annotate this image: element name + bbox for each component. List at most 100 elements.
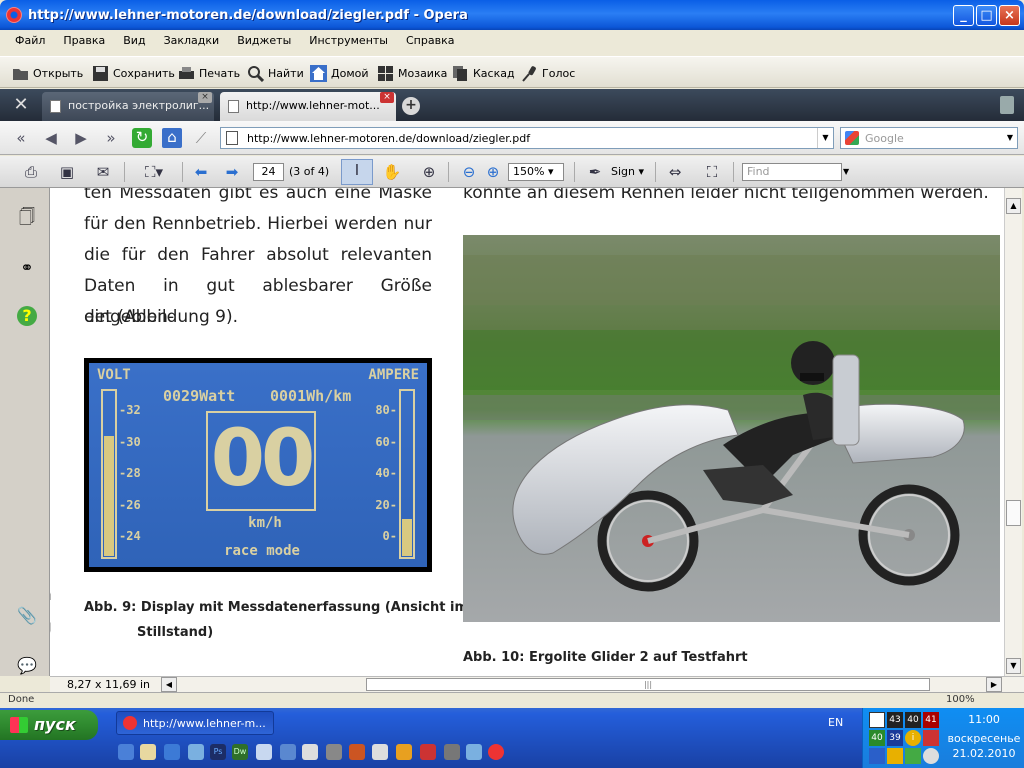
wand-icon[interactable]: ⟋ [192, 129, 210, 147]
quicklaunch-app-icon[interactable] [280, 744, 296, 760]
pdf-collaborate-icon[interactable]: ⛶▾ [138, 162, 170, 182]
zoom-in-icon[interactable]: ⊕ [482, 162, 504, 182]
menu-help[interactable]: Справка [397, 30, 463, 52]
tray-network-icon[interactable] [869, 748, 885, 764]
find-dropdown-icon[interactable]: ▼ [843, 167, 849, 176]
fit-width-icon[interactable]: ⇔ [664, 162, 686, 182]
pdf-save-icon[interactable]: ▣ [56, 162, 78, 182]
quicklaunch-opera-icon[interactable] [488, 744, 504, 760]
vertical-scrollbar[interactable]: ▲ ▼ [1004, 188, 1022, 676]
trash-icon[interactable] [1000, 96, 1014, 114]
fit-page-icon[interactable]: ⛶ [701, 162, 723, 182]
next-page-icon[interactable]: ➡ [221, 162, 243, 182]
previous-page-icon[interactable]: ⬅ [190, 162, 212, 182]
sign-menu[interactable]: Sign ▾ [611, 165, 644, 178]
zoom-select[interactable]: 150% ▾ [508, 163, 564, 181]
tab-2-close-icon[interactable]: × [380, 92, 394, 103]
tray-counter-1[interactable]: 43 [887, 712, 903, 728]
url-field[interactable]: http://www.lehner-motoren.de/download/zi… [220, 127, 834, 149]
scroll-thumb[interactable] [1006, 500, 1021, 526]
tray-counter-5[interactable]: 39 [887, 730, 903, 746]
open-button[interactable]: Открыть [12, 63, 83, 83]
quicklaunch-folder-icon[interactable] [140, 744, 156, 760]
scroll-down-icon[interactable]: ▼ [1006, 658, 1021, 674]
taskbar-window-button[interactable]: http://www.lehner-m... [116, 711, 274, 735]
url-dropdown-icon[interactable]: ▼ [817, 128, 833, 148]
quicklaunch-app-icon[interactable] [396, 744, 412, 760]
tab-1-close-icon[interactable]: × [198, 92, 212, 103]
tools-icon[interactable]: ✕ [6, 94, 36, 118]
marquee-zoom-icon[interactable]: ⊕ [418, 162, 440, 182]
help-icon[interactable]: ? [17, 306, 37, 326]
new-tab-button[interactable]: + [402, 97, 420, 115]
home-button[interactable]: Домой [310, 63, 369, 83]
save-button[interactable]: Сохранить [92, 63, 175, 83]
menu-file[interactable]: Файл [0, 30, 54, 52]
reload-icon[interactable]: ↻ [132, 128, 152, 148]
tray-info-icon[interactable]: i [905, 730, 921, 746]
search-dropdown-icon[interactable]: ▼ [1003, 128, 1017, 148]
page-number-input[interactable]: 24 [253, 163, 284, 181]
tab-2[interactable]: http://www.lehner-mot... × [220, 92, 396, 121]
clock[interactable]: 11:00 воскресенье 21.02.2010 [944, 712, 1024, 761]
cascade-button[interactable]: Каскад [452, 63, 515, 83]
tray-app-icon[interactable] [887, 748, 903, 764]
scroll-up-icon[interactable]: ▲ [1006, 198, 1021, 214]
quicklaunch-photoshop-icon[interactable]: Ps [210, 744, 226, 760]
quicklaunch-app-icon[interactable] [420, 744, 436, 760]
tray-app-icon[interactable] [869, 712, 885, 728]
quicklaunch-ie-icon[interactable] [118, 744, 134, 760]
quicklaunch-app-icon[interactable] [349, 744, 365, 760]
quicklaunch-app-icon[interactable] [256, 744, 272, 760]
search-field[interactable]: Google ▼ [840, 127, 1018, 149]
scroll-left-icon[interactable]: ◀ [161, 677, 177, 692]
quicklaunch-app-icon[interactable] [466, 744, 482, 760]
tray-app-icon[interactable] [923, 748, 939, 764]
binoculars-icon[interactable]: ⚭ [17, 258, 37, 278]
tray-app-icon[interactable] [923, 730, 939, 746]
menu-view[interactable]: Вид [114, 30, 154, 52]
menu-edit[interactable]: Правка [54, 30, 114, 52]
quicklaunch-app-icon[interactable] [164, 744, 180, 760]
zoom-out-icon[interactable]: ⊖ [458, 162, 480, 182]
tray-counter-4[interactable]: 40 [869, 730, 885, 746]
attachment-icon[interactable]: 📎 [17, 606, 37, 626]
close-button[interactable]: × [999, 5, 1020, 26]
tray-counter-3[interactable]: 41 [923, 712, 939, 728]
print-button[interactable]: Печать [178, 63, 240, 83]
maximize-button[interactable]: □ [976, 5, 997, 26]
voice-button[interactable]: Голос [521, 63, 575, 83]
quicklaunch-dreamweaver-icon[interactable]: Dw [232, 744, 248, 760]
start-button[interactable]: пуск [0, 710, 98, 740]
quicklaunch-calculator-icon[interactable] [302, 744, 318, 760]
home-icon[interactable]: ⌂ [162, 128, 182, 148]
pages-icon[interactable]: 🗍 [17, 206, 37, 226]
quicklaunch-media-icon[interactable] [372, 744, 388, 760]
pdf-email-icon[interactable]: ✉ [92, 162, 114, 182]
menu-tools[interactable]: Инструменты [300, 30, 397, 52]
fast-forward-icon[interactable]: » [102, 129, 120, 147]
find-input[interactable]: Find [742, 163, 842, 181]
select-tool-icon[interactable]: I [341, 159, 373, 185]
tray-app-icon[interactable] [905, 748, 921, 764]
pdf-print-icon[interactable]: ⎙ [20, 162, 42, 182]
scroll-right-icon[interactable]: ▶ [986, 677, 1002, 692]
menu-bookmarks[interactable]: Закладки [155, 30, 229, 52]
quicklaunch-app-icon[interactable] [188, 744, 204, 760]
horizontal-scroll-thumb[interactable]: ||| [366, 678, 930, 691]
hand-tool-icon[interactable]: ✋ [381, 162, 403, 182]
quicklaunch-app-icon[interactable] [326, 744, 342, 760]
menu-widgets[interactable]: Виджеты [228, 30, 300, 52]
horizontal-scrollbar[interactable]: 8,27 x 11,69 in ◀ ||| ▶ [50, 676, 1024, 692]
rewind-icon[interactable]: « [12, 129, 30, 147]
quicklaunch-app-icon[interactable] [444, 744, 460, 760]
status-zoom[interactable]: 100% [946, 694, 975, 705]
tab-1[interactable]: постройка электролиг... × [42, 92, 214, 121]
forward-icon[interactable]: ▶ [72, 129, 90, 147]
back-icon[interactable]: ◀ [42, 129, 60, 147]
minimize-button[interactable]: _ [953, 5, 974, 26]
comments-icon[interactable]: 💬 [17, 656, 37, 676]
pen-icon[interactable]: ✒ [584, 162, 606, 182]
language-indicator[interactable]: EN [828, 716, 843, 729]
find-button[interactable]: Найти [247, 63, 304, 83]
